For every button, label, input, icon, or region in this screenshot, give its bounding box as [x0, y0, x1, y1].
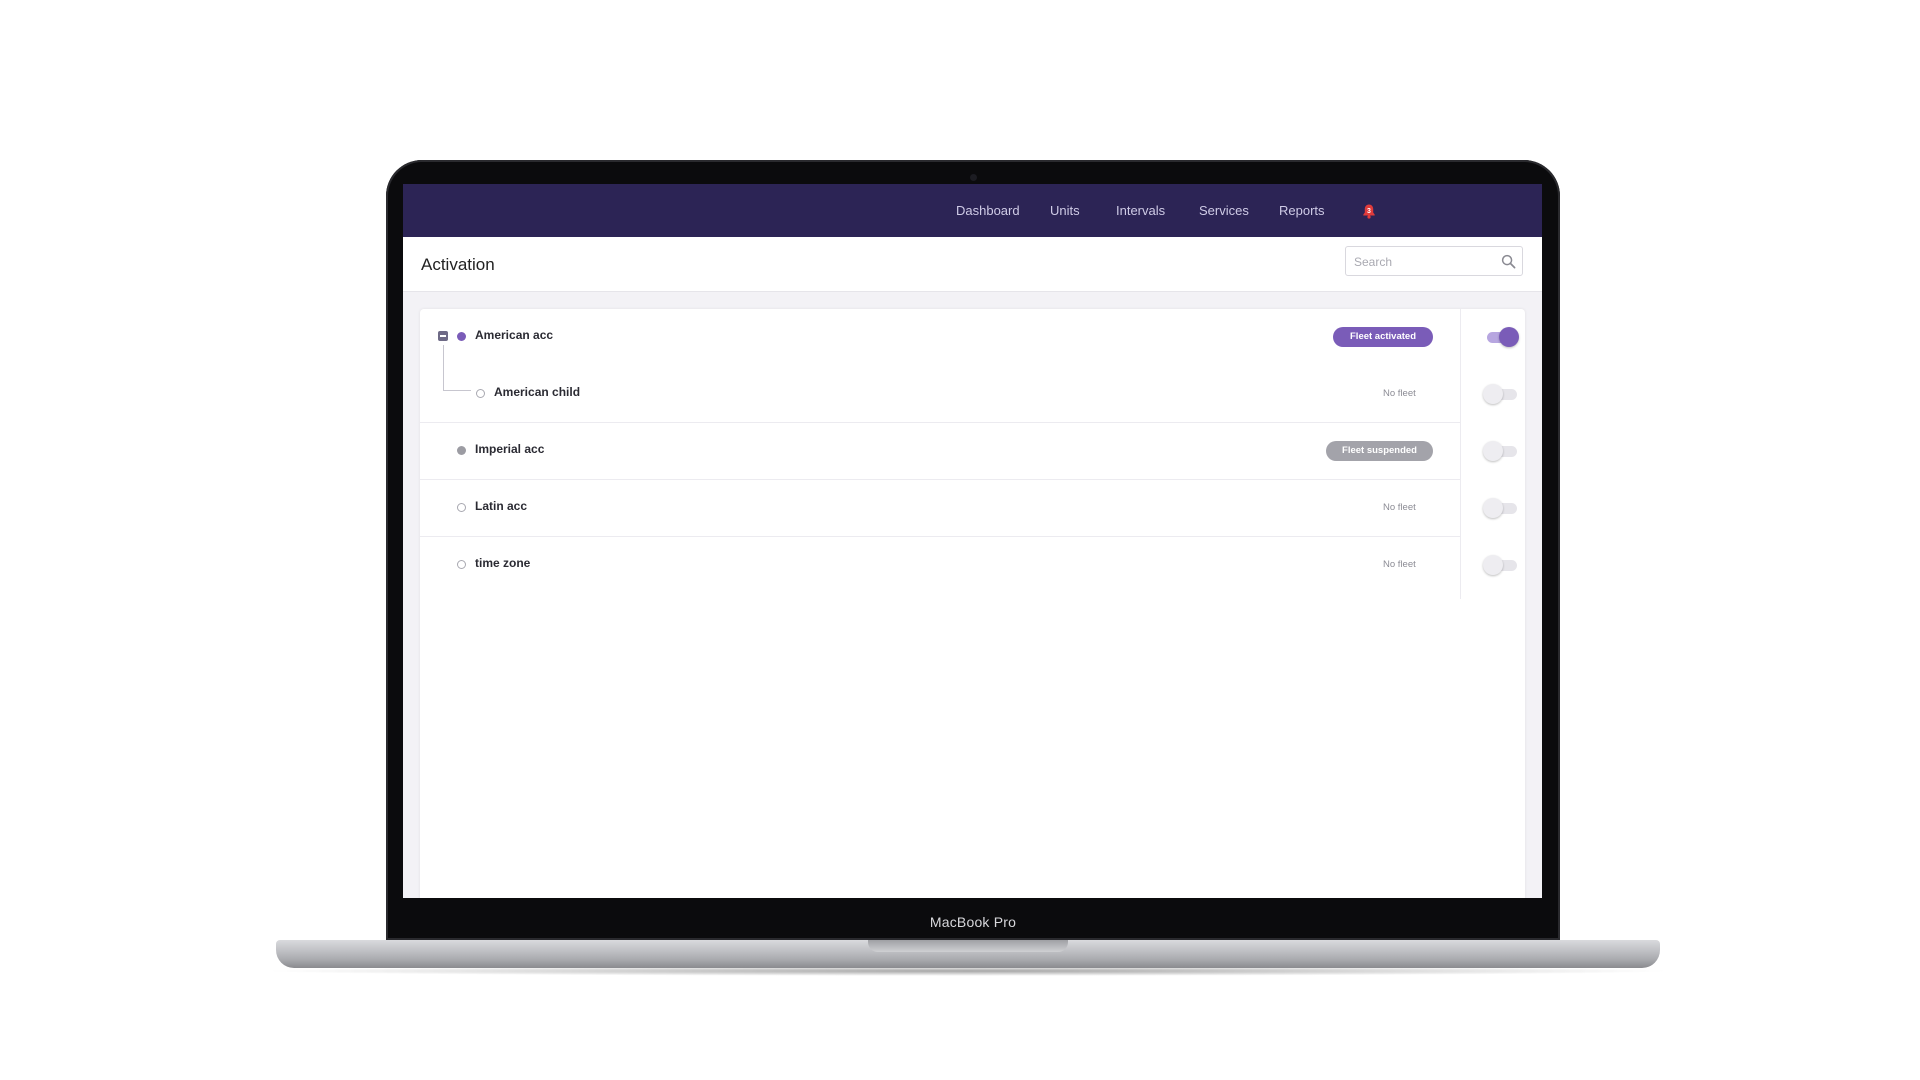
activation-toggle[interactable] — [1483, 498, 1517, 518]
status-text: No fleet — [1383, 559, 1416, 570]
status-badge: Fleet activated — [1333, 327, 1433, 347]
notifications-button[interactable]: 3 — [1361, 203, 1377, 219]
camera-icon — [970, 174, 977, 181]
account-row-american-child: American child No fleet — [420, 366, 1525, 423]
page-header: Activation — [403, 237, 1542, 292]
status-dot-none — [457, 503, 466, 512]
search-input[interactable] — [1352, 251, 1496, 273]
activation-toggle[interactable] — [1483, 327, 1519, 347]
account-row-american-acc: American acc Fleet activated — [420, 309, 1525, 366]
collapse-icon[interactable] — [438, 331, 448, 341]
toggle-knob — [1483, 555, 1503, 575]
laptop-notch — [868, 940, 1068, 952]
status-text: No fleet — [1383, 502, 1416, 513]
account-name: Imperial acc — [475, 442, 545, 456]
top-navigation: Dashboard Units Intervals Services Repor… — [403, 184, 1542, 237]
activation-toggle[interactable] — [1483, 555, 1517, 575]
notification-count: 3 — [1367, 208, 1371, 215]
account-row-latin-acc: Latin acc No fleet — [420, 480, 1525, 537]
accounts-card: American acc Fleet activated American ch… — [420, 309, 1525, 898]
page-title: Activation — [421, 255, 495, 274]
status-text: No fleet — [1383, 388, 1416, 399]
activation-toggle[interactable] — [1483, 384, 1517, 404]
account-name: American acc — [475, 328, 554, 342]
device-label: MacBook Pro — [929, 914, 1017, 930]
toggle-knob — [1483, 384, 1503, 404]
search-icon[interactable] — [1501, 254, 1516, 269]
toggle-knob — [1483, 441, 1503, 461]
account-name: Latin acc — [475, 499, 528, 513]
status-badge: Fleet suspended — [1326, 441, 1433, 461]
toggle-knob — [1483, 498, 1503, 518]
status-dot-active — [457, 332, 466, 341]
account-name: American child — [494, 385, 581, 399]
account-row-time-zone: time zone No fleet — [420, 537, 1525, 594]
nav-dashboard[interactable]: Dashboard — [956, 203, 1020, 218]
toggle-knob — [1499, 327, 1519, 347]
nav-units[interactable]: Units — [1050, 203, 1080, 218]
nav-intervals[interactable]: Intervals — [1116, 203, 1165, 218]
account-row-imperial-acc: Imperial acc Fleet suspended — [420, 423, 1525, 480]
status-dot-suspended — [457, 446, 466, 455]
nav-services[interactable]: Services — [1199, 203, 1249, 218]
status-dot-none — [476, 389, 485, 398]
search-box — [1345, 246, 1523, 276]
nav-reports[interactable]: Reports — [1279, 203, 1325, 218]
status-dot-none — [457, 560, 466, 569]
activation-toggle[interactable] — [1483, 441, 1517, 461]
account-name: time zone — [475, 556, 531, 570]
app-screen: Dashboard Units Intervals Services Repor… — [403, 184, 1542, 898]
